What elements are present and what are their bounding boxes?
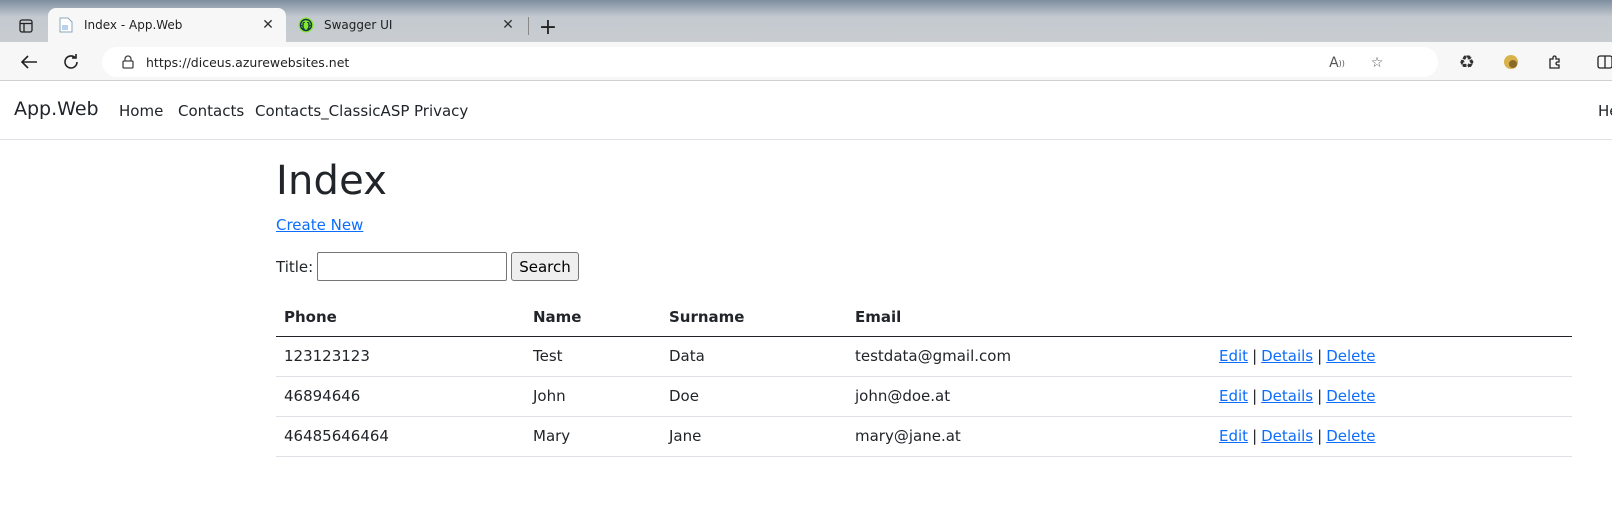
read-aloud-icon[interactable]: A))	[1328, 54, 1346, 72]
cell-phone: 123123123	[276, 336, 525, 377]
column-header-email: Email	[847, 298, 1211, 337]
cell-surname: Jane	[661, 416, 847, 457]
action-separator: |	[1252, 387, 1258, 405]
brand-link[interactable]: App.Web	[14, 98, 99, 120]
details-link[interactable]: Details	[1261, 427, 1313, 445]
column-header-surname: Surname	[661, 298, 847, 337]
contacts-table: Phone Name Surname Email 123123123 Test …	[276, 298, 1572, 457]
tab-separator	[528, 17, 529, 35]
search-form: Title: Search	[276, 252, 579, 281]
action-separator: |	[1252, 427, 1258, 445]
edit-link[interactable]: Edit	[1219, 387, 1248, 405]
search-button[interactable]: Search	[511, 252, 579, 281]
edit-link[interactable]: Edit	[1219, 427, 1248, 445]
tab-strip: Index - App.Web ✕ {} Swagger UI ✕ +	[0, 0, 1612, 42]
column-header-name: Name	[525, 298, 661, 337]
cell-name: John	[525, 376, 661, 417]
cell-name: Test	[525, 336, 661, 377]
close-icon[interactable]: ✕	[500, 17, 516, 33]
action-separator: |	[1317, 347, 1323, 365]
column-header-phone: Phone	[276, 298, 525, 337]
nav-link-privacy[interactable]: Privacy	[414, 102, 468, 120]
details-link[interactable]: Details	[1261, 347, 1313, 365]
table-row: 123123123 Test Data testdata@gmail.com E…	[276, 336, 1572, 377]
page-icon	[58, 17, 74, 33]
nav-link-contacts[interactable]: Contacts	[178, 102, 244, 120]
new-tab-icon[interactable]: +	[534, 13, 562, 41]
search-label: Title:	[276, 257, 314, 276]
nav-link-home[interactable]: Home	[119, 102, 163, 120]
site-navbar: App.Web Home Contacts Contacts_ClassicAS…	[0, 82, 1612, 140]
delete-link[interactable]: Delete	[1326, 347, 1375, 365]
cell-email: john@doe.at	[847, 376, 1211, 417]
search-input[interactable]	[317, 252, 508, 281]
close-icon[interactable]: ✕	[260, 17, 276, 33]
swagger-icon: {}	[298, 17, 314, 33]
favorite-icon[interactable]: ☆	[1368, 54, 1386, 72]
extension-icon[interactable]	[1496, 47, 1526, 77]
edit-link[interactable]: Edit	[1219, 347, 1248, 365]
url-text: https://diceus.azurewebsites.net	[146, 54, 350, 70]
column-header-actions	[1211, 298, 1572, 337]
nav-right-text[interactable]: He	[1598, 102, 1612, 120]
address-bar[interactable]: https://diceus.azurewebsites.net A)) ☆	[102, 47, 1438, 77]
action-separator: |	[1317, 387, 1323, 405]
cell-actions: Edit | Details | Delete	[1211, 376, 1572, 417]
cell-phone: 46485646464	[276, 416, 525, 457]
cell-actions: Edit | Details | Delete	[1211, 416, 1572, 457]
lock-icon[interactable]	[120, 54, 136, 70]
delete-link[interactable]: Delete	[1326, 427, 1375, 445]
svg-text:{}: {}	[300, 21, 311, 30]
delete-link[interactable]: Delete	[1326, 387, 1375, 405]
cell-actions: Edit | Details | Delete	[1211, 336, 1572, 377]
create-new-link[interactable]: Create New	[276, 216, 363, 234]
table-header-row: Phone Name Surname Email	[276, 298, 1572, 337]
nav-link-contacts-classicasp[interactable]: Contacts_ClassicASP	[255, 102, 409, 120]
action-separator: |	[1252, 347, 1258, 365]
recycle-icon[interactable]: ♻	[1452, 47, 1482, 77]
cell-email: mary@jane.at	[847, 416, 1211, 457]
tab-swagger[interactable]: {} Swagger UI ✕	[288, 8, 526, 42]
puzzle-icon[interactable]	[1540, 47, 1570, 77]
cell-surname: Data	[661, 336, 847, 377]
table-row: 46894646 John Doe john@doe.at Edit | Detai…	[276, 376, 1572, 417]
cell-email: testdata@gmail.com	[847, 336, 1211, 377]
tab-title: Index - App.Web	[84, 18, 183, 32]
action-separator: |	[1317, 427, 1323, 445]
refresh-icon[interactable]	[56, 47, 86, 77]
cell-phone: 46894646	[276, 376, 525, 417]
page-title: Index	[276, 158, 388, 204]
browser-toolbar: https://diceus.azurewebsites.net A)) ☆ ♻	[0, 42, 1612, 81]
cell-surname: Doe	[661, 376, 847, 417]
cell-name: Mary	[525, 416, 661, 457]
tab-index[interactable]: Index - App.Web ✕	[48, 8, 286, 42]
details-link[interactable]: Details	[1261, 387, 1313, 405]
back-icon[interactable]	[14, 47, 44, 77]
tab-title: Swagger UI	[324, 18, 393, 32]
split-screen-icon[interactable]	[1590, 47, 1612, 77]
tab-actions-icon[interactable]	[10, 12, 42, 40]
table-row: 46485646464 Mary Jane mary@jane.at Edit |…	[276, 416, 1572, 457]
